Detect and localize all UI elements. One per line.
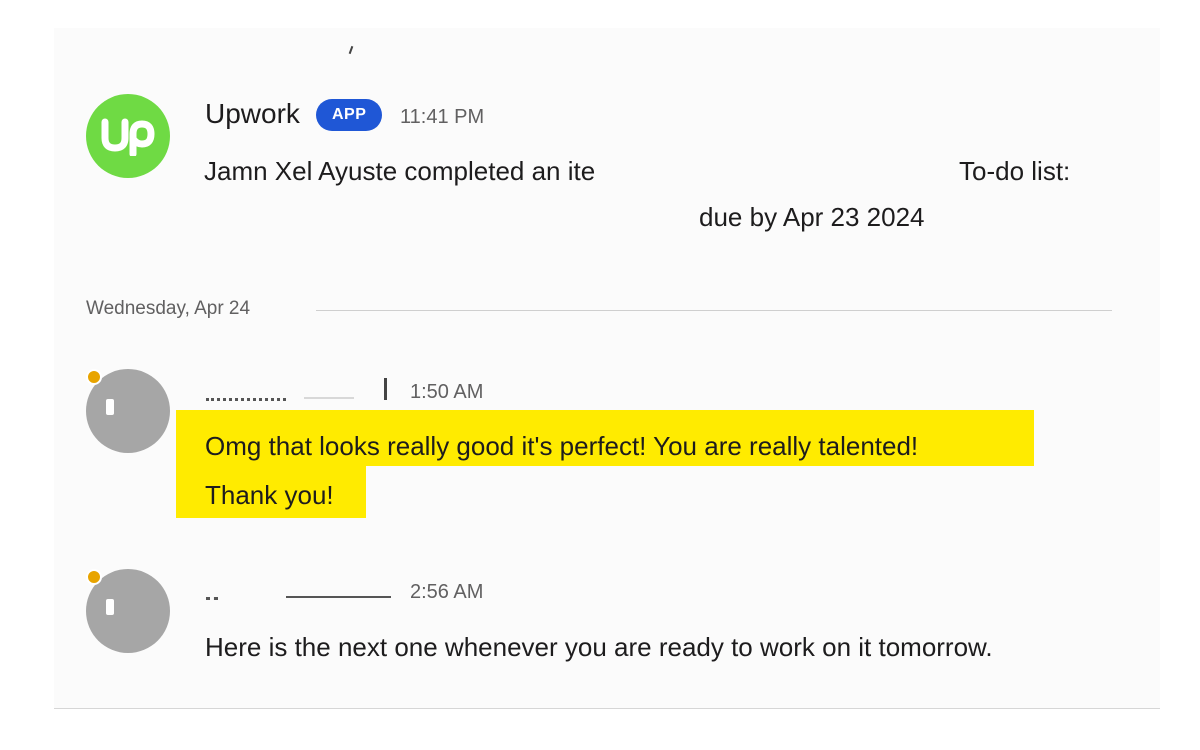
redacted-sender-name-mark	[304, 397, 354, 399]
presence-status-icon	[86, 569, 102, 585]
user-figure-icon	[106, 599, 114, 615]
message-text: Omg that looks really good it's perfect!…	[205, 431, 919, 461]
message-text: Here is the next one whenever you are re…	[205, 632, 993, 662]
message-text-end: To-do list:	[959, 156, 1071, 186]
redacted-sender-name	[206, 597, 218, 603]
stray-mark	[348, 45, 354, 55]
message-history-panel: Upwork APP 11:41 PM Jamn Xel Ayuste comp…	[54, 28, 1160, 709]
message-text-start: Jamn Xel Ayuste completed an ite	[204, 156, 596, 186]
presence-status-icon	[86, 369, 102, 385]
redacted-sender-name-bar	[384, 378, 387, 400]
date-divider-label[interactable]: Wednesday, Apr 24	[86, 298, 250, 320]
message-timestamp[interactable]: 11:41 PM	[400, 106, 484, 129]
date-divider: Wednesday, Apr 24	[54, 298, 1160, 322]
sender-name[interactable]: Upwork	[205, 98, 300, 130]
app-badge: APP	[316, 99, 383, 131]
message-timestamp[interactable]: 1:50 AM	[410, 381, 483, 404]
date-divider-rule	[316, 310, 1112, 311]
upwork-logo-glyph	[101, 118, 155, 156]
user-figure-icon	[106, 399, 114, 415]
message-text-continued: Thank you!	[205, 480, 334, 510]
redacted-sender-name	[206, 398, 286, 404]
redacted-sender-name-mark	[286, 596, 391, 598]
message-text-due: due by Apr 23 2024	[699, 202, 925, 232]
message-timestamp[interactable]: 2:56 AM	[410, 581, 483, 604]
upwork-logo-icon[interactable]	[86, 94, 170, 178]
